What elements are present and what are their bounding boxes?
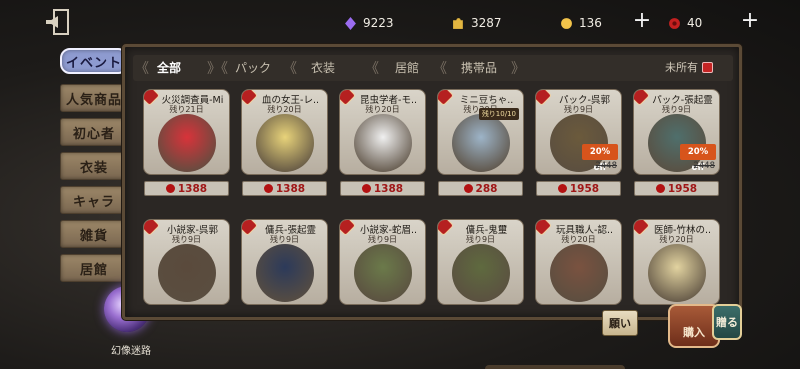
product-art: [354, 114, 412, 172]
exit-door-icon: [46, 9, 69, 35]
discount-badge: 20% off: [680, 144, 716, 173]
product-card[interactable]: 小説家-蛇眉.. 残り9日: [339, 219, 426, 305]
filter-separator: 《: [433, 61, 447, 77]
product-art: [158, 114, 216, 172]
side-tab-character[interactable]: キャラ: [60, 186, 128, 214]
owned-filter[interactable]: 未所有: [665, 59, 713, 75]
currency-echo-coin: 136: [560, 12, 602, 34]
filter-separator: 《: [365, 61, 379, 77]
red-coin-icon: [557, 184, 567, 193]
decorative-ribbon: [485, 365, 625, 369]
price-value: 1388: [275, 182, 306, 195]
wish-label: 願い: [609, 317, 631, 330]
price-tag[interactable]: 1388: [144, 181, 229, 196]
filter-separator: 》: [511, 61, 525, 77]
side-tab-event[interactable]: イベント: [60, 48, 128, 74]
side-tab-popular[interactable]: 人気商品: [60, 84, 128, 112]
product-card[interactable]: 小説家-呉郭 残り9日: [143, 219, 230, 305]
product-card[interactable]: 昆虫学者-モ.. 残り20日: [339, 89, 426, 175]
side-tab-beginner[interactable]: 初心者: [60, 118, 128, 146]
filter-tab-residence[interactable]: 居館: [395, 59, 419, 77]
currency-clue-coin: 3287: [452, 12, 502, 34]
product-card[interactable]: 傭兵-鬼璽 残り9日: [437, 219, 524, 305]
red-coin-icon: [165, 184, 175, 193]
filter-separator: 》《: [207, 61, 228, 77]
buy-label: 購入: [683, 326, 705, 339]
original-price: 2448: [595, 161, 617, 171]
product-card[interactable]: パック-呉郭 残り9日 20% off 2448: [535, 89, 622, 175]
filter-bar: 《 全部 》《 パック 《 衣装 《 居館 《 携帯品 》 未所有: [133, 55, 733, 81]
exit-button[interactable]: [44, 6, 78, 38]
red-coin-icon: [361, 184, 371, 193]
product-card[interactable]: 医師-竹林の.. 残り20日: [633, 219, 720, 305]
owned-checkbox[interactable]: [702, 61, 713, 73]
product-card[interactable]: 火災調査員-Mi 残り21日: [143, 89, 230, 175]
product-card[interactable]: パック-張起霊 残り9日 20% off 2448: [633, 89, 720, 175]
product-card[interactable]: 玩具職人-認.. 残り20日: [535, 219, 622, 305]
filter-separator: 《: [135, 61, 149, 77]
currency-value: 136: [579, 16, 602, 30]
product-card[interactable]: 血の女王-レ.. 残り20日: [241, 89, 328, 175]
price-tag[interactable]: 1388: [340, 181, 425, 196]
red-coin-icon: [669, 17, 680, 29]
owned-label: 未所有: [665, 61, 698, 74]
product-art: [354, 244, 412, 302]
price-value: 288: [475, 182, 498, 195]
shop-panel: 《 全部 》《 パック 《 衣装 《 居館 《 携帯品 》 未所有 火災調査員-…: [122, 44, 742, 369]
product-art: [452, 244, 510, 302]
price-value: 1958: [569, 182, 600, 195]
currency-purple-gem: 9223: [344, 12, 394, 34]
price-value: 1388: [177, 182, 208, 195]
gift-label: 贈る: [716, 316, 738, 329]
currency-value: 9223: [363, 16, 394, 30]
coin-icon: [561, 17, 572, 29]
red-coin-icon: [463, 184, 473, 193]
price-value: 1388: [373, 182, 404, 195]
orb-label: 幻像迷路: [111, 346, 151, 357]
purple-gem-icon: [345, 16, 356, 30]
wish-button[interactable]: 願い: [602, 310, 638, 336]
product-card[interactable]: ミニ豆ちゃ..残り20日残り10/10: [437, 89, 524, 175]
filter-separator: 《: [283, 61, 297, 77]
product-art: [550, 244, 608, 302]
product-art: [158, 244, 216, 302]
gift-button[interactable]: 贈る: [712, 304, 742, 340]
discount-badge: 20% off: [582, 144, 618, 173]
puzzle-icon: [453, 17, 463, 29]
stock-limit-tag: 残り10/10: [478, 108, 519, 120]
currency-value: 40: [687, 16, 703, 30]
price-tag[interactable]: 1958: [536, 181, 621, 196]
price-tag[interactable]: 1958: [634, 181, 719, 196]
currency-red-coin: 40: [668, 12, 702, 34]
currency-value: 3287: [471, 16, 502, 30]
red-coin-icon: [263, 184, 273, 193]
product-art: [256, 244, 314, 302]
filter-tab-pack[interactable]: パック: [235, 59, 271, 77]
product-art: [256, 114, 314, 172]
add-red-coin-button[interactable]: +: [740, 10, 760, 32]
filter-tab-all[interactable]: 全部: [157, 59, 181, 77]
original-price: 2448: [693, 161, 715, 171]
filter-tab-accessory[interactable]: 携帯品: [461, 59, 497, 77]
side-tab-residence[interactable]: 居館: [60, 254, 128, 282]
price-tag[interactable]: 1388: [242, 181, 327, 196]
side-tab-costume[interactable]: 衣装: [60, 152, 128, 180]
add-currency-button[interactable]: +: [632, 10, 652, 32]
side-tab-goods[interactable]: 雑貨: [60, 220, 128, 248]
red-coin-icon: [655, 184, 665, 193]
product-art: [452, 114, 510, 172]
filter-tab-costume[interactable]: 衣装: [311, 59, 335, 77]
price-value: 1958: [667, 182, 698, 195]
product-art: [648, 244, 706, 302]
price-tag[interactable]: 288: [438, 181, 523, 196]
product-card[interactable]: 傭兵-張起霊 残り9日: [241, 219, 328, 305]
